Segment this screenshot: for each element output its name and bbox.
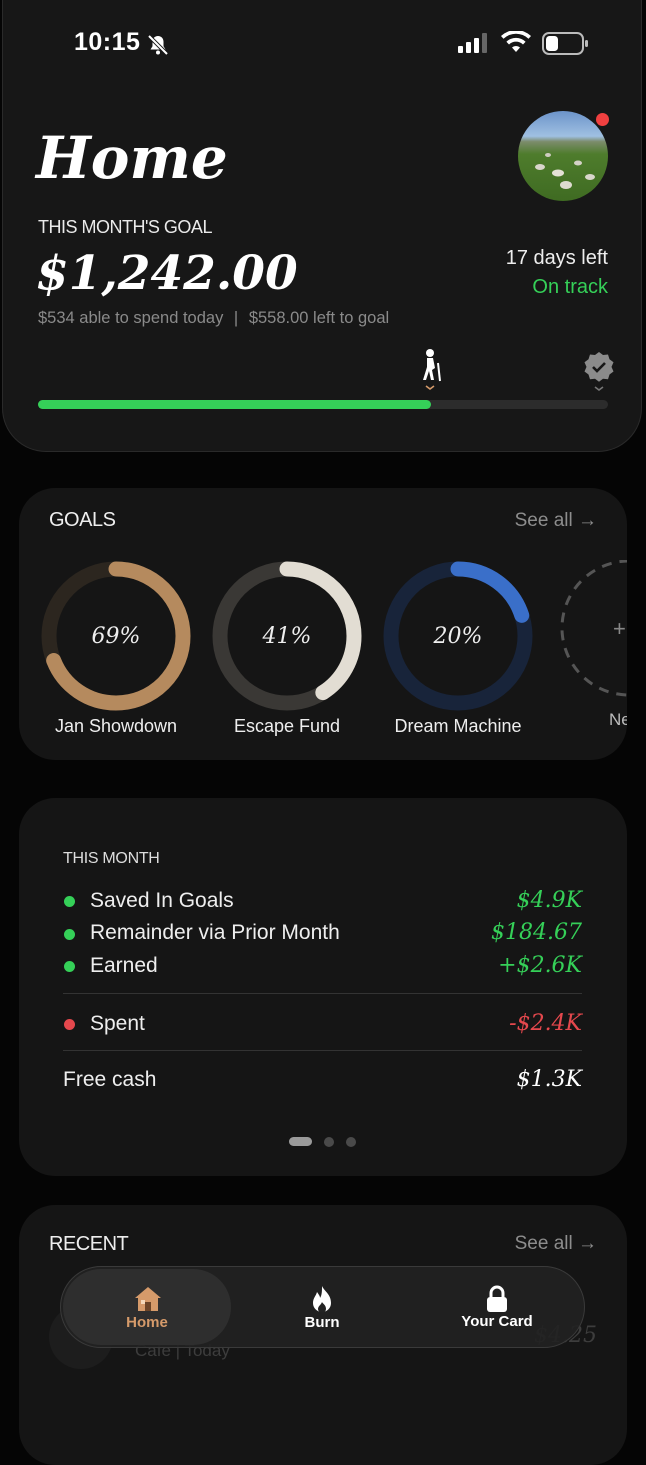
saved-in-goals-value: $4.9K xyxy=(516,888,582,913)
flame-icon xyxy=(313,1286,331,1313)
avatar-photo xyxy=(535,153,595,189)
recent-see-all-link[interactable]: See all → xyxy=(515,1233,597,1255)
tab-home[interactable]: Home xyxy=(87,1273,207,1343)
goals-title: GOALS xyxy=(49,509,116,531)
earned-value: +$2.6K xyxy=(498,953,582,978)
home-icon xyxy=(135,1287,161,1311)
days-left: 17 days left xyxy=(505,247,608,269)
tab-home-label: Home xyxy=(126,1314,168,1331)
notification-badge xyxy=(596,113,609,126)
subtext-separator: | xyxy=(233,309,239,327)
goal-progress-fill xyxy=(38,400,432,409)
goals-card: GOALS See all → 69% Jan Showdown 41% Esc… xyxy=(19,488,627,760)
tab-burn[interactable]: Burn xyxy=(262,1273,382,1343)
bell-muted-icon xyxy=(147,34,169,56)
this-month-card: THIS MONTH Saved In Goals $4.9K Remainde… xyxy=(19,798,627,1176)
battery-icon xyxy=(542,32,588,55)
goal-label: THIS MONTH'S GOAL xyxy=(38,217,212,237)
tab-your-card[interactable]: Your Card xyxy=(437,1273,557,1343)
earned-label: Earned xyxy=(90,954,158,977)
negative-dot xyxy=(64,1019,75,1030)
status-time: 10:15 xyxy=(74,28,141,56)
left-to-goal: $558.00 left to goal xyxy=(248,309,390,327)
page-dot[interactable] xyxy=(346,1137,356,1147)
recent-title: RECENT xyxy=(49,1233,129,1255)
month-title: THIS MONTH xyxy=(63,850,160,867)
positive-dot xyxy=(64,896,75,907)
goal-percent: 69% xyxy=(91,624,141,649)
hiker-icon xyxy=(423,349,441,390)
saved-in-goals-label: Saved In Goals xyxy=(90,889,234,912)
page-dot[interactable] xyxy=(324,1137,334,1147)
goal-name: Escape Fund xyxy=(233,716,341,736)
tab-burn-label: Burn xyxy=(304,1314,340,1331)
new-goal-label: Ne xyxy=(609,710,627,729)
divider xyxy=(63,993,582,994)
goal-status: On track xyxy=(532,276,608,298)
tab-bar: Home Burn Your Card xyxy=(60,1266,585,1348)
remainder-label: Remainder via Prior Month xyxy=(90,921,340,944)
goals-see-all-link[interactable]: See all → xyxy=(515,510,597,532)
goal-subtext: $534 able to spend today | $558.00 left … xyxy=(38,309,389,328)
lock-icon xyxy=(487,1285,507,1312)
remainder-value: $184.67 xyxy=(491,920,582,945)
page-title: Home xyxy=(36,124,228,192)
goal-name: Jan Showdown xyxy=(54,716,178,736)
positive-dot xyxy=(64,929,75,940)
goal-progress-bar xyxy=(38,400,608,409)
goal-name: Dream Machine xyxy=(394,716,522,736)
spent-label: Spent xyxy=(90,1012,145,1035)
divider xyxy=(63,1050,582,1051)
page-dot-active[interactable] xyxy=(289,1137,312,1146)
free-cash-label: Free cash xyxy=(63,1068,157,1091)
spend-today: $534 able to spend today xyxy=(38,309,224,327)
free-cash-value: $1.3K xyxy=(516,1067,582,1092)
verified-badge-icon xyxy=(584,352,614,391)
goal-percent: 41% xyxy=(262,624,312,649)
wifi-icon xyxy=(501,31,531,52)
spent-value: -$2.4K xyxy=(509,1011,582,1036)
goal-amount: $1,242.00 xyxy=(36,246,298,301)
tab-your-card-label: Your Card xyxy=(461,1313,533,1330)
signal-icon xyxy=(458,33,487,53)
goal-percent: 20% xyxy=(433,624,483,649)
positive-dot xyxy=(64,961,75,972)
add-goal-icon: + xyxy=(613,616,626,641)
avatar[interactable] xyxy=(518,111,608,201)
